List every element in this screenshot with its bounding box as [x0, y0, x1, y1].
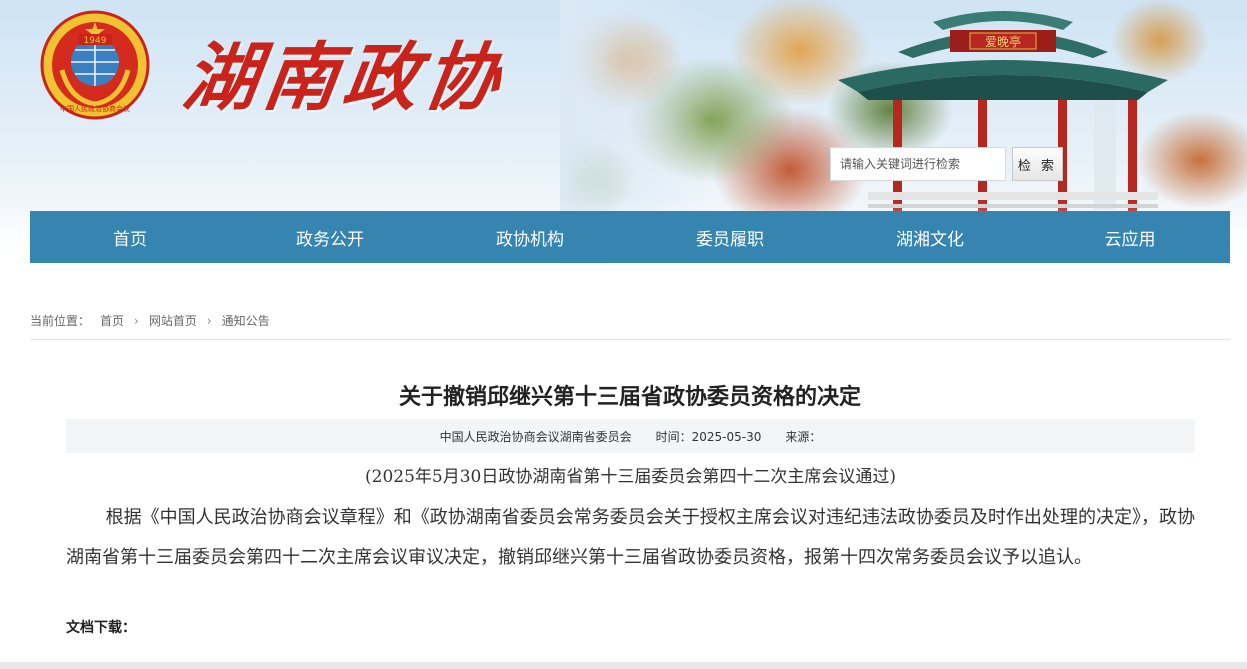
- article-body: 根据《中国人民政治协商会议章程》和《政协湖南省委员会常务委员会关于授权主席会议对…: [66, 507, 1195, 568]
- main-nav: 首页 政务公开 政协机构 委员履职 湖湘文化 云应用: [30, 211, 1230, 263]
- nav-item-huxiang-culture[interactable]: 湖湘文化: [830, 211, 1030, 263]
- cppcc-emblem-icon: 1949 中国人民政治协商会议: [40, 10, 150, 120]
- nav-item-cppcc-organization[interactable]: 政协机构: [430, 211, 630, 263]
- search-input[interactable]: [830, 147, 1006, 181]
- meta-organization: 中国人民政治协商会议湖南省委员会: [439, 429, 632, 444]
- nav-item-home[interactable]: 首页: [30, 211, 230, 263]
- nav-item-member-duties[interactable]: 委员履职: [630, 211, 830, 263]
- footer-bar: [0, 662, 1247, 669]
- breadcrumb-notices[interactable]: 通知公告: [222, 312, 270, 329]
- site-brand: 湖南政协: [178, 35, 511, 121]
- article-title: 关于撤销邱继兴第十三届省政协委员资格的决定: [398, 385, 861, 410]
- chevron-right-icon: ›: [134, 313, 139, 328]
- chevron-right-icon: ›: [206, 313, 212, 328]
- divider: [30, 339, 1230, 340]
- document-download: 文档下载：: [66, 617, 136, 637]
- breadcrumb-home[interactable]: 首页: [100, 312, 124, 329]
- nav-item-government-affairs[interactable]: 政务公开: [230, 211, 430, 263]
- search-button[interactable]: 检 索: [1012, 147, 1063, 181]
- breadcrumb: 当前位置： 首页 › 网站首页 › 通知公告: [30, 312, 1230, 329]
- meta-source: 来源：: [785, 429, 822, 444]
- emblem-caption: 中国人民政治协商会议: [60, 104, 130, 113]
- nav-item-cloud-apps[interactable]: 云应用: [1030, 211, 1230, 263]
- breadcrumb-label: 当前位置：: [30, 314, 91, 328]
- meta-time: 时间：2025-05-30: [655, 429, 762, 444]
- emblem-year: 1949: [84, 36, 107, 46]
- download-label: 文档下载：: [66, 620, 136, 636]
- article-subtitle: (2025年5月30日政协湖南省第十三届委员会第四十二次主席会议通过): [365, 467, 896, 487]
- breadcrumb-site-home[interactable]: 网站首页: [149, 312, 197, 329]
- pavilion-image: 爱晚亭: [838, 11, 1168, 220]
- plaque-text: 爱晚亭: [985, 34, 1021, 49]
- article-meta: 中国人民政治协商会议湖南省委员会 时间：2025-05-30 来源：: [66, 419, 1195, 453]
